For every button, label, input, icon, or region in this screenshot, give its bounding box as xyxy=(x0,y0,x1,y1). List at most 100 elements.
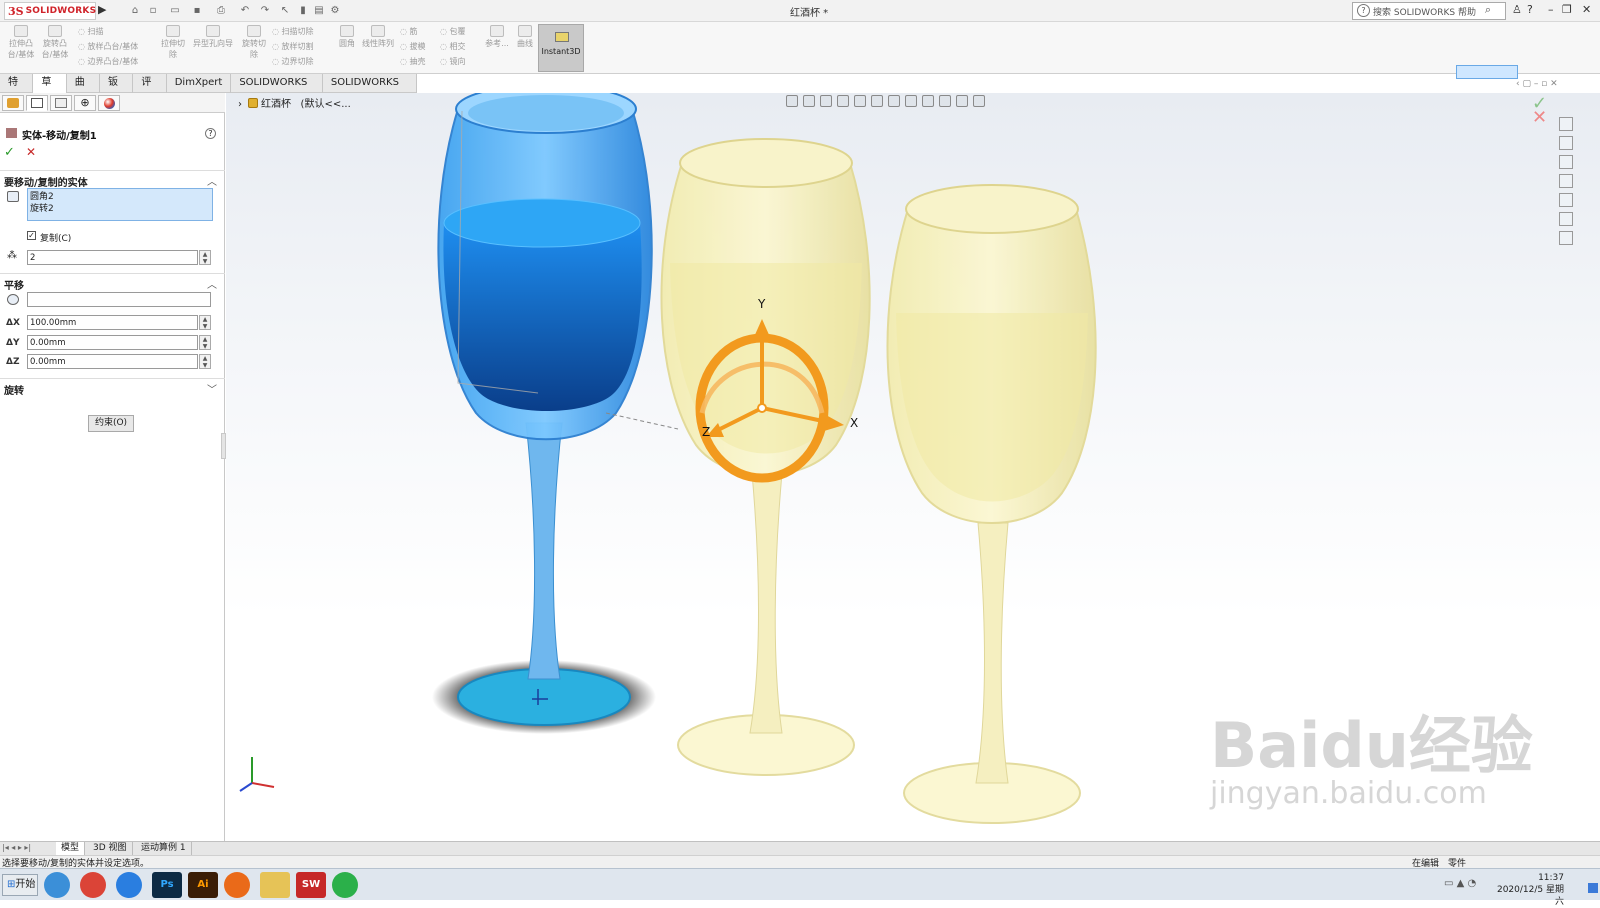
wine-glass-copy-1[interactable] xyxy=(660,138,871,776)
delta-x-field[interactable]: 100.00mm xyxy=(27,315,198,330)
translate-reference-field[interactable] xyxy=(27,292,211,307)
list-item[interactable]: 旋转2 xyxy=(30,203,210,215)
mirror-button[interactable]: ◌ 镜向 xyxy=(440,56,480,67)
viewport-window-controls-icon[interactable]: ‹ ▢ – ▫ ✕ xyxy=(1516,79,1558,89)
boundary-boss-button[interactable]: ◌ 边界凸台/基体 xyxy=(78,56,150,67)
solidworks-logo[interactable]: 3S SOLIDWORKS xyxy=(4,2,96,20)
tab-motion-study[interactable]: 运动算例 1 xyxy=(136,842,192,856)
revolve-cut-button[interactable]: 旋转切 除 xyxy=(240,25,268,60)
curves-button[interactable]: 曲线 xyxy=(514,25,536,49)
start-button[interactable]: ⊞开始 xyxy=(2,874,38,896)
tab-evaluate[interactable]: 评估 xyxy=(133,74,167,106)
wrap-button[interactable]: ◌ 包覆 xyxy=(440,26,480,37)
home-icon[interactable]: ⌂ xyxy=(128,4,142,17)
illustrator-icon[interactable]: Ai xyxy=(188,872,218,898)
shell-button[interactable]: ◌ 抽壳 xyxy=(400,56,436,67)
panel-grip[interactable] xyxy=(108,95,116,99)
show-desktop-icon[interactable] xyxy=(1588,883,1598,893)
file-explorer-icon[interactable] xyxy=(1559,155,1573,169)
list-item[interactable]: 圆角2 xyxy=(30,191,210,203)
boundary-cut-button[interactable]: ◌ 边界切除 xyxy=(272,56,334,67)
help-icon[interactable]: ? xyxy=(205,128,216,139)
options-gear-icon[interactable]: ⚙ xyxy=(328,4,342,17)
draft-button[interactable]: ◌ 拔模 xyxy=(400,41,436,52)
sweep-button[interactable]: ◌ 扫描 xyxy=(78,26,150,37)
dimxpert-manager-tab[interactable]: ⊕ xyxy=(74,95,96,111)
cancel-x-icon[interactable]: ✕ xyxy=(26,145,36,159)
open-icon[interactable]: ▭ xyxy=(168,4,182,17)
lofted-cut-button[interactable]: ◌ 放样切割 xyxy=(272,41,334,52)
tab-solidworks-addins[interactable]: SOLIDWORKS 插件 xyxy=(231,74,323,106)
view-palette-icon[interactable] xyxy=(1559,174,1573,188)
clock[interactable]: 11:37 2020/12/5 星期六 xyxy=(1494,872,1564,908)
hole-wizard-button[interactable]: 异型孔向导 xyxy=(190,25,236,49)
extrude-cut-button[interactable]: 拉伸切 除 xyxy=(158,25,188,60)
close-icon[interactable]: ✕ xyxy=(1582,3,1591,16)
search-icon[interactable]: ⌕ xyxy=(1485,3,1491,17)
solidworks-taskbar-icon[interactable]: SW xyxy=(296,872,326,898)
file-explorer-icon[interactable] xyxy=(260,872,290,898)
wine-glass-original[interactable] xyxy=(432,93,656,734)
solidworks-resources-icon[interactable] xyxy=(1559,117,1573,131)
constraints-button[interactable]: 约束(O) xyxy=(88,415,134,432)
instant3d-button[interactable]: Instant3D xyxy=(538,24,584,72)
menu-expand-arrow-icon[interactable]: ▶ xyxy=(98,3,106,16)
file-properties-icon[interactable]: ▤ xyxy=(312,4,326,17)
intersect-button[interactable]: ◌ 相交 xyxy=(440,41,480,52)
copy-count-stepper[interactable]: ▲ ▼ xyxy=(199,250,211,265)
tab-solidworks-mbd[interactable]: SOLIDWORKS MBD xyxy=(323,74,418,106)
firefox-icon[interactable] xyxy=(224,872,250,898)
tab-model[interactable]: 模型 xyxy=(56,842,86,856)
solidworks-forum-icon[interactable] xyxy=(1559,231,1573,245)
section-translate-header[interactable]: 平移 ︿ xyxy=(0,273,225,292)
bodies-selection-list[interactable]: 圆角2 旋转2 xyxy=(27,188,213,221)
tab-sketch[interactable]: 草图 xyxy=(33,74,67,106)
ok-check-icon[interactable]: ✓ xyxy=(4,145,15,160)
copy-checkbox[interactable]: ✓ xyxy=(27,231,36,240)
delta-z-stepper[interactable]: ▲ ▼ xyxy=(199,354,211,369)
tab-surfaces[interactable]: 曲面 xyxy=(67,74,101,106)
redo-icon[interactable]: ↷ xyxy=(258,4,272,17)
loft-button[interactable]: ◌ 放样凸台/基体 xyxy=(78,41,150,52)
system-tray-icons[interactable]: ▭ ▲ ◔ xyxy=(1444,878,1476,889)
delta-x-stepper[interactable]: ▲ ▼ xyxy=(199,315,211,330)
user-icon[interactable]: ♙ xyxy=(1512,3,1522,16)
rib-button[interactable]: ◌ 筋 xyxy=(400,26,436,37)
tab-3d-views[interactable]: 3D 视图 xyxy=(88,842,133,856)
delta-y-stepper[interactable]: ▲ ▼ xyxy=(199,335,211,350)
undo-icon[interactable]: ↶ xyxy=(238,4,252,17)
extrude-boss-button[interactable]: 拉伸凸 台/基体 xyxy=(6,25,36,60)
delta-y-field[interactable]: 0.00mm xyxy=(27,335,198,350)
browser-360-icon[interactable] xyxy=(44,872,70,898)
revolve-boss-button[interactable]: 旋转凸 台/基体 xyxy=(40,25,70,60)
tab-dimxpert[interactable]: DimXpert xyxy=(167,74,232,93)
help-menu-icon[interactable]: ? xyxy=(1527,3,1533,16)
save-icon[interactable]: ▪ xyxy=(190,4,204,17)
tab-sheet-metal[interactable]: 钣件 xyxy=(100,74,134,106)
feature-manager-tab[interactable] xyxy=(2,95,24,111)
help-search-input[interactable]: ? 搜索 SOLIDWORKS 帮助 ⌕ xyxy=(1352,2,1506,20)
chrome-icon[interactable] xyxy=(80,872,106,898)
tab-scroll-arrows-icon[interactable]: |◂ ◂ ▸ ▸| xyxy=(2,843,31,852)
reference-geometry-button[interactable]: 参考... xyxy=(484,25,510,49)
restore-icon[interactable]: ❐ xyxy=(1562,3,1572,16)
minimize-icon[interactable]: – xyxy=(1548,3,1554,16)
new-document-icon[interactable]: ▫ xyxy=(146,4,160,17)
baidu-netdisk-icon[interactable] xyxy=(116,872,142,898)
copy-count-field[interactable]: 2 xyxy=(27,250,198,265)
custom-properties-icon[interactable] xyxy=(1559,212,1573,226)
wine-glass-copy-2[interactable] xyxy=(886,184,1097,824)
select-icon[interactable]: ↖ xyxy=(278,4,292,17)
design-library-icon[interactable] xyxy=(1559,136,1573,150)
section-bodies-header[interactable]: 要移动/复制的实体 ︿ xyxy=(0,170,225,189)
print-icon[interactable]: ⎙ xyxy=(214,4,228,17)
rebuild-icon[interactable]: ▮ xyxy=(296,4,310,17)
section-rotate-header[interactable]: 旋转 ﹀ xyxy=(0,378,225,397)
property-manager-tab[interactable] xyxy=(26,95,48,111)
photoshop-icon[interactable]: Ps xyxy=(152,872,182,898)
swept-cut-button[interactable]: ◌ 扫描切除 xyxy=(272,26,334,37)
baidu-netdisk-float[interactable] xyxy=(1456,65,1518,79)
appearances-scenes-icon[interactable] xyxy=(1559,193,1573,207)
configuration-manager-tab[interactable] xyxy=(50,95,72,111)
graphics-area[interactable]: › 红酒杯 (默认<<... ✓ ✕ ‹ ▢ – ▫ ✕ Y X Z Baidu… xyxy=(226,65,1600,841)
